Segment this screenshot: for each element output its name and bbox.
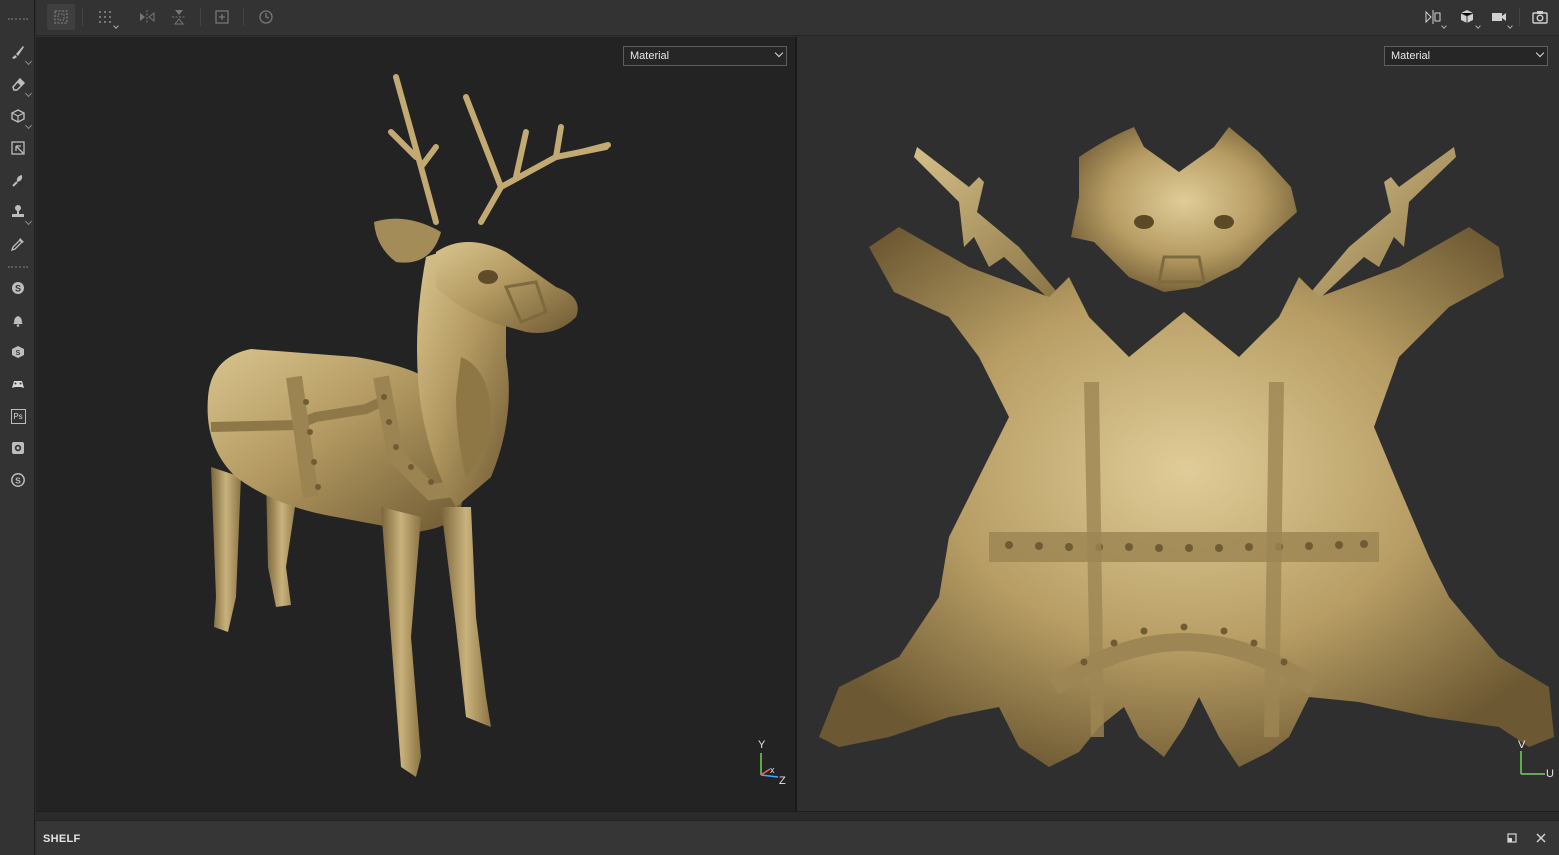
mirror-y-icon[interactable] [165,4,193,30]
shelf-divider[interactable] [36,811,1559,820]
smudge-icon[interactable] [6,168,30,192]
paint-brush-icon[interactable] [6,40,33,66]
axis-u-label: U [1546,768,1554,780]
toolbar-separator [243,8,244,26]
uv-texture-map[interactable] [799,37,1559,820]
top-toolbar [36,0,1559,36]
toolbar-separator [200,8,201,26]
app-window: S S Ps S Material Y x Z Material V U SHE… [0,0,1559,855]
svg-text:S: S [16,350,21,357]
axis-gizmo-2d [1520,751,1545,775]
color-picker-icon[interactable] [6,232,30,256]
left-toolbar: S S Ps S [0,0,35,855]
toolbar-separator [1519,8,1520,26]
selection-mode-icon[interactable] [47,4,75,30]
substance-share-icon[interactable]: S [6,468,30,492]
deer-model-3d[interactable] [36,37,797,811]
gamepad-icon[interactable] [6,372,30,396]
toolbar-separator [82,8,83,26]
projection-icon[interactable] [6,104,33,130]
substance-source-icon[interactable]: S [6,340,30,364]
svg-text:S: S [15,475,21,485]
substance-plugin-icon[interactable]: S [6,276,30,300]
split-view-icon[interactable] [1419,4,1447,30]
grid-select-icon[interactable] [91,4,119,30]
svg-text:S: S [15,284,21,294]
shelf-panel: SHELF [36,820,1559,855]
close-icon[interactable] [1534,831,1548,845]
camera-icon[interactable] [1485,4,1513,30]
screenshot-icon[interactable] [1526,4,1554,30]
shelf-title: SHELF [43,833,81,845]
maximize-icon[interactable] [1505,831,1519,845]
mirror-x-icon[interactable] [133,4,161,30]
cube-view-icon[interactable] [1453,4,1481,30]
axis-gizmo-3d [760,753,779,778]
clone-stamp-icon[interactable] [6,200,33,226]
photoshop-label: Ps [10,408,26,424]
viewport-3d[interactable]: Material Y x Z [36,37,797,811]
toolbar-grip[interactable] [8,18,28,20]
viewport-2d[interactable]: Material V U [799,37,1559,820]
bell-icon[interactable] [6,308,30,332]
history-icon[interactable] [252,4,280,30]
polygon-fill-icon[interactable] [6,136,30,160]
photoshop-icon[interactable]: Ps [6,404,30,428]
add-layer-icon[interactable] [208,4,236,30]
axis-y-label: Y [758,739,766,751]
eraser-icon[interactable] [6,72,33,98]
toolbar-grip[interactable] [8,266,28,268]
camera-plugin-icon[interactable] [6,436,30,460]
